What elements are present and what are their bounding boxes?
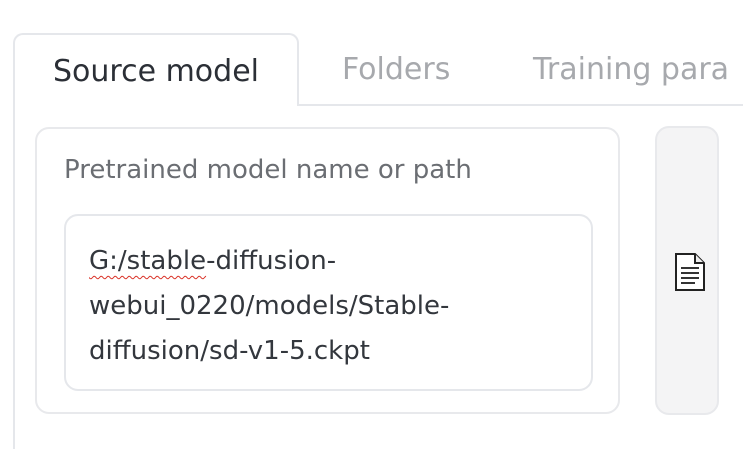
tab-source-model[interactable]: Source model: [13, 33, 299, 106]
pretrained-model-path-input[interactable]: G:/stable-diffusion- webui_0220/models/S…: [64, 214, 593, 391]
pretrained-model-label: Pretrained model name or path: [64, 155, 472, 185]
tab-bar: Source model Folders Training para: [0, 0, 743, 106]
document-icon: [675, 253, 705, 291]
tab-panel-border: [13, 104, 15, 449]
model-field-card: Pretrained model name or path G:/stable-…: [35, 127, 620, 414]
path-line: diffusion/sd-v1-5.ckpt: [89, 336, 370, 366]
tab-training-parameters[interactable]: Training para: [533, 33, 729, 106]
path-line: webui_0220/models/Stable-: [89, 291, 450, 321]
path-text-segment: -diffusion-: [206, 246, 337, 276]
file-browse-button[interactable]: [655, 126, 719, 415]
path-line: G:/stable-diffusion-: [89, 239, 571, 284]
tab-folders[interactable]: Folders: [342, 33, 450, 106]
spellcheck-word: G:/stable: [89, 246, 207, 276]
